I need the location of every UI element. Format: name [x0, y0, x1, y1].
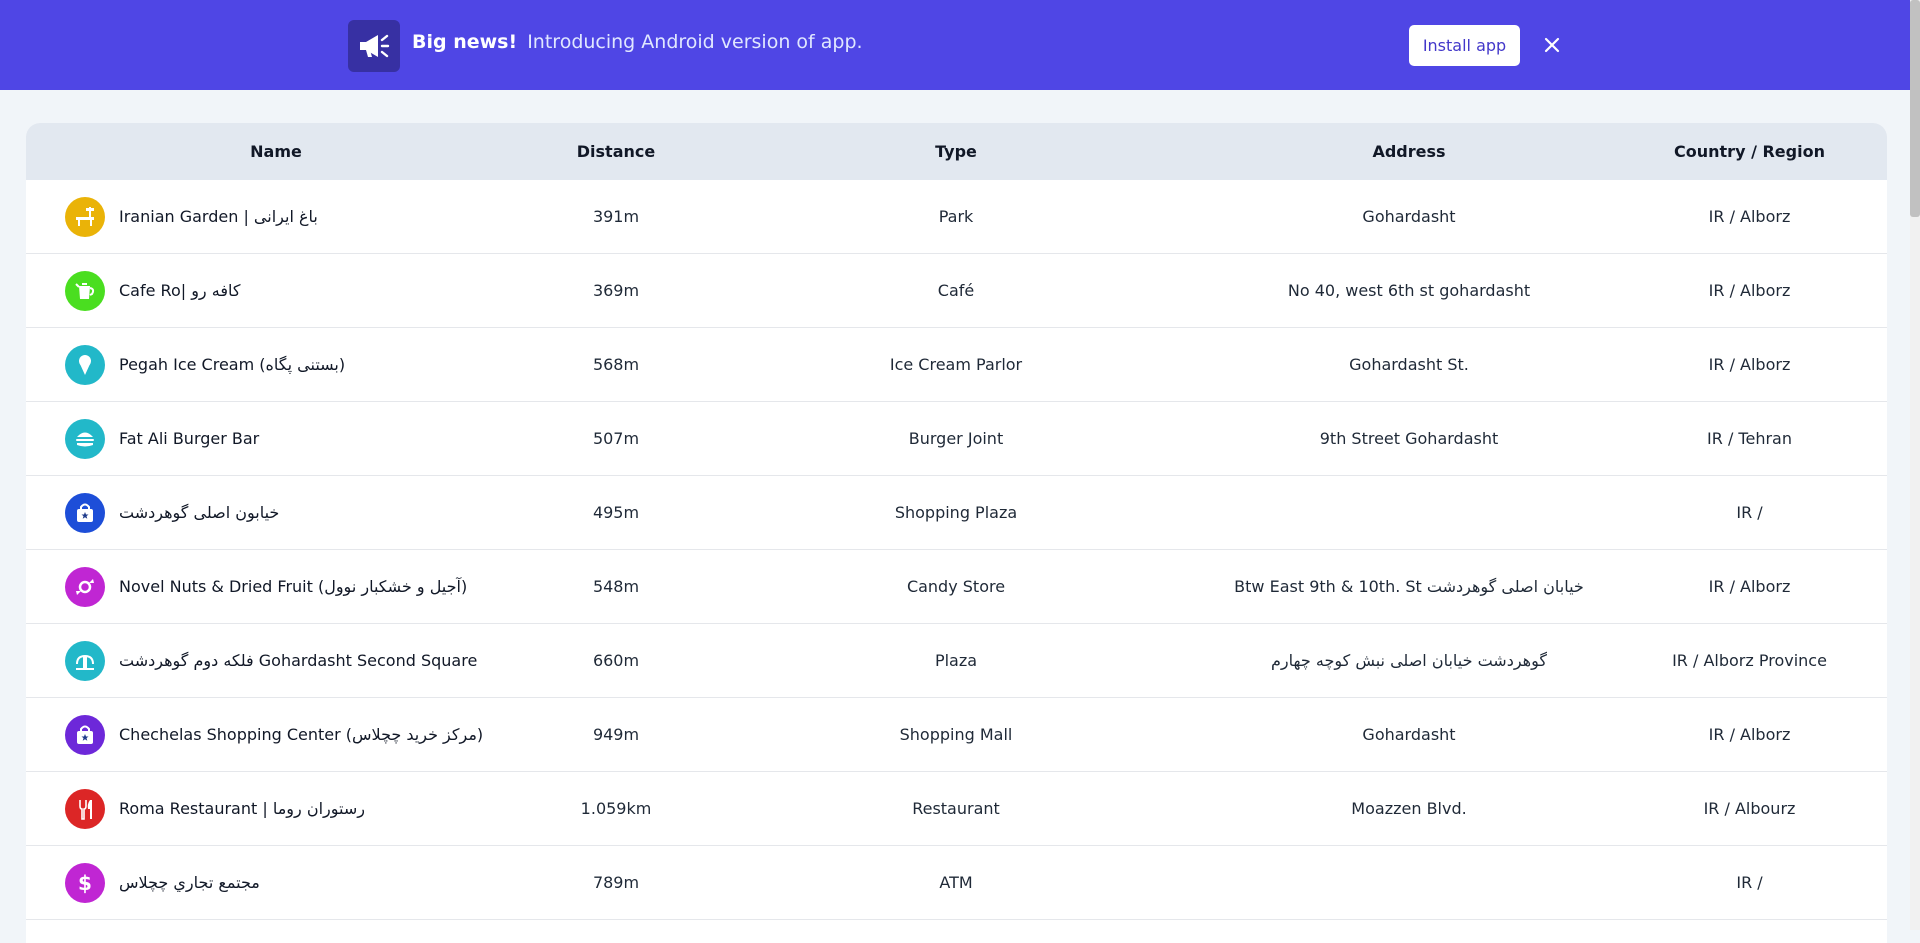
close-icon [1544, 37, 1560, 53]
venue-country: IR / Alborz [1708, 577, 1791, 596]
venue-name-cell: Cafe Ro| کافه رو [26, 270, 526, 311]
venue-name-cell: $ مجتمع تجاري چچلاس [26, 862, 526, 903]
venue-type: Restaurant [912, 799, 1000, 818]
venue-name[interactable]: مجتمع تجاري چچلاس [119, 873, 260, 892]
venue-address: Gohardasht St. [1349, 355, 1469, 374]
venue-name[interactable]: Novel Nuts & Dried Fruit (آجیل و خشکبار … [119, 577, 467, 596]
banner-message: Big news! Introducing Android version of… [412, 31, 863, 53]
close-banner-button[interactable] [1538, 30, 1566, 60]
venue-country: IR / Alborz [1708, 355, 1791, 374]
venue-type: Plaza [934, 651, 978, 670]
venue-name-cell: Iranian Garden | باغ ایرانی [26, 196, 526, 237]
venue-distance: 949m [592, 725, 640, 744]
table-row[interactable]: $ مجتمع تجاري چچلاس 789m ATM IR / [26, 846, 1887, 920]
table-row[interactable]: Fat Ali Burger Bar 507m Burger Joint 9th… [26, 402, 1887, 476]
venues-table: Name Distance Type Address Country / Reg… [26, 123, 1887, 943]
venue-name-cell: Chechelas Shopping Center (مرکز خرید چچل… [26, 714, 526, 755]
venue-country: IR / Alborz [1708, 207, 1791, 226]
venue-name[interactable]: Roma Restaurant | رستوران روما [119, 799, 365, 818]
table-row[interactable]: فلکه دوم گوهردشت Gohardasht Second Squar… [26, 624, 1887, 698]
venue-distance: 391m [592, 207, 640, 226]
fountain-icon [65, 640, 105, 681]
candy-icon [65, 566, 105, 607]
shopping-bag-icon [65, 714, 105, 755]
table-body: Iranian Garden | باغ ایرانی 391m Park Go… [26, 180, 1887, 920]
venue-country: IR / Albourz [1703, 799, 1796, 818]
venue-type: Candy Store [906, 577, 1006, 596]
table-row[interactable]: Chechelas Shopping Center (مرکز خرید چچل… [26, 698, 1887, 772]
venue-type: Café [937, 281, 975, 300]
venue-type: ATM [939, 873, 973, 892]
venue-country: IR / Alborz Province [1672, 651, 1827, 670]
venue-distance: 789m [592, 873, 640, 892]
venue-country: IR / Alborz [1708, 281, 1791, 300]
venue-type: Ice Cream Parlor [889, 355, 1023, 374]
venue-address: Gohardasht [1362, 725, 1456, 744]
venue-name-cell: Novel Nuts & Dried Fruit (آجیل و خشکبار … [26, 566, 526, 607]
venue-name[interactable]: Fat Ali Burger Bar [119, 429, 259, 448]
venue-address: Gohardasht [1362, 207, 1456, 226]
column-header-type[interactable]: Type [706, 142, 1206, 161]
venue-name-cell: Fat Ali Burger Bar [26, 418, 526, 459]
column-header-address[interactable]: Address [1206, 142, 1612, 161]
venue-distance: 660m [592, 651, 640, 670]
venue-distance: 548m [592, 577, 640, 596]
megaphone-icon [348, 20, 400, 72]
venue-country: IR / [1736, 873, 1763, 892]
venue-type: Shopping Plaza [894, 503, 1018, 522]
venue-name-cell: Roma Restaurant | رستوران روما [26, 788, 526, 829]
venue-address: Moazzen Blvd. [1351, 799, 1467, 818]
venue-name[interactable]: Cafe Ro| کافه رو [119, 281, 240, 300]
column-header-distance[interactable]: Distance [526, 142, 706, 161]
fork-knife-icon [65, 788, 105, 829]
venue-address: No 40, west 6th st gohardasht [1287, 281, 1531, 300]
venue-distance: 507m [592, 429, 640, 448]
scrollbar-thumb[interactable] [1910, 0, 1920, 217]
coffee-pot-icon [65, 270, 105, 311]
venue-name[interactable]: Chechelas Shopping Center (مرکز خرید چچل… [119, 725, 483, 744]
venue-name-cell: Pegah Ice Cream (بستنی پگاه) [26, 344, 526, 385]
venue-country: IR / [1736, 503, 1763, 522]
park-bench-icon [65, 196, 105, 237]
venue-name[interactable]: Pegah Ice Cream (بستنی پگاه) [119, 355, 345, 374]
venue-address: Btw East 9th & 10th. St خیابان اصلی گوهر… [1234, 577, 1584, 596]
table-row[interactable]: Cafe Ro| کافه رو 369m Café No 40, west 6… [26, 254, 1887, 328]
ice-cream-icon [65, 344, 105, 385]
table-row[interactable]: Pegah Ice Cream (بستنی پگاه) 568m Ice Cr… [26, 328, 1887, 402]
venue-address: 9th Street Gohardasht [1319, 429, 1499, 448]
table-row[interactable]: Roma Restaurant | رستوران روما 1.059km R… [26, 772, 1887, 846]
announcement-banner: Big news! Introducing Android version of… [0, 0, 1910, 90]
page-scrollbar[interactable] [1910, 0, 1920, 930]
banner-text: Introducing Android version of app. [527, 31, 863, 53]
column-header-country[interactable]: Country / Region [1612, 142, 1887, 161]
table-header: Name Distance Type Address Country / Reg… [26, 123, 1887, 180]
venue-type: Shopping Mall [899, 725, 1013, 744]
venue-distance: 1.059km [580, 799, 652, 818]
venue-distance: 568m [592, 355, 640, 374]
venue-distance: 495m [592, 503, 640, 522]
venue-name[interactable]: Iranian Garden | باغ ایرانی [119, 207, 318, 226]
venue-distance: 369m [592, 281, 640, 300]
table-row[interactable]: Iranian Garden | باغ ایرانی 391m Park Go… [26, 180, 1887, 254]
table-row[interactable]: خیابون اصلی گوهردشت 495m Shopping Plaza … [26, 476, 1887, 550]
burger-icon [65, 418, 105, 459]
venue-country: IR / Tehran [1707, 429, 1792, 448]
banner-headline: Big news! [412, 31, 518, 53]
venue-name-cell: خیابون اصلی گوهردشت [26, 492, 526, 533]
venue-name[interactable]: فلکه دوم گوهردشت Gohardasht Second Squar… [119, 651, 477, 670]
venue-name-cell: فلکه دوم گوهردشت Gohardasht Second Squar… [26, 640, 526, 681]
venue-country: IR / Alborz [1708, 725, 1791, 744]
table-row[interactable]: Novel Nuts & Dried Fruit (آجیل و خشکبار … [26, 550, 1887, 624]
venue-type: Burger Joint [908, 429, 1004, 448]
venue-address: گوهردشت خیابان اصلی نبش کوچه چهارم [1271, 651, 1547, 670]
svg-text:$: $ [78, 871, 92, 895]
install-app-button[interactable]: Install app [1409, 25, 1520, 66]
dollar-icon: $ [65, 862, 105, 903]
venue-name[interactable]: خیابون اصلی گوهردشت [119, 503, 279, 522]
column-header-name[interactable]: Name [26, 142, 526, 161]
venue-type: Park [938, 207, 974, 226]
shopping-bag-icon [65, 492, 105, 533]
